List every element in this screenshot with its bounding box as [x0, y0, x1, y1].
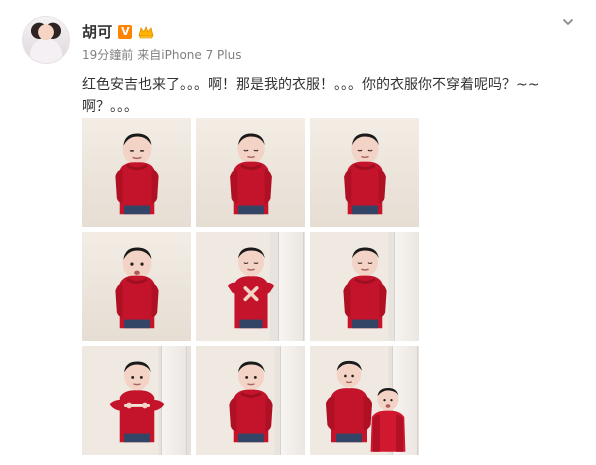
- crown-icon: [138, 25, 154, 39]
- photo-5[interactable]: [196, 232, 305, 341]
- child-figure: [359, 379, 417, 455]
- child-figure: [215, 232, 287, 341]
- weibo-post: 胡可 V 19分鐘前 来自iPhone 7 Plus 红色安吉也来了。。。啊！那…: [0, 0, 596, 465]
- child-figure: [329, 118, 401, 227]
- child-figure: [215, 346, 287, 455]
- image-gallery: [82, 118, 419, 455]
- post-content: 红色安吉也来了。。。啊！那是我的衣服！。。。你的衣服你不穿着呢吗？~~ 啊？。。…: [82, 77, 540, 115]
- child-figure: [101, 118, 173, 227]
- verified-icon: V: [118, 25, 133, 39]
- photo-3[interactable]: [310, 118, 419, 227]
- photo-9[interactable]: [310, 346, 419, 455]
- chevron-down-icon[interactable]: [558, 12, 578, 32]
- child-figure: [215, 118, 287, 227]
- child-figure: [101, 346, 173, 455]
- post-time[interactable]: 19分鐘前: [82, 47, 133, 63]
- photo-8[interactable]: [196, 346, 305, 455]
- photo-6[interactable]: [310, 232, 419, 341]
- author-name[interactable]: 胡可: [82, 22, 112, 42]
- post-source[interactable]: 来自iPhone 7 Plus: [137, 47, 241, 63]
- post-meta: 19分鐘前 来自iPhone 7 Plus: [82, 47, 241, 63]
- photo-4[interactable]: [82, 232, 191, 341]
- post-header: 胡可 V: [82, 22, 154, 42]
- avatar[interactable]: [22, 16, 70, 64]
- child-figure: [329, 232, 401, 341]
- photo-7[interactable]: [82, 346, 191, 455]
- photo-2[interactable]: [196, 118, 305, 227]
- photo-1[interactable]: [82, 118, 191, 227]
- child-figure: [101, 232, 173, 341]
